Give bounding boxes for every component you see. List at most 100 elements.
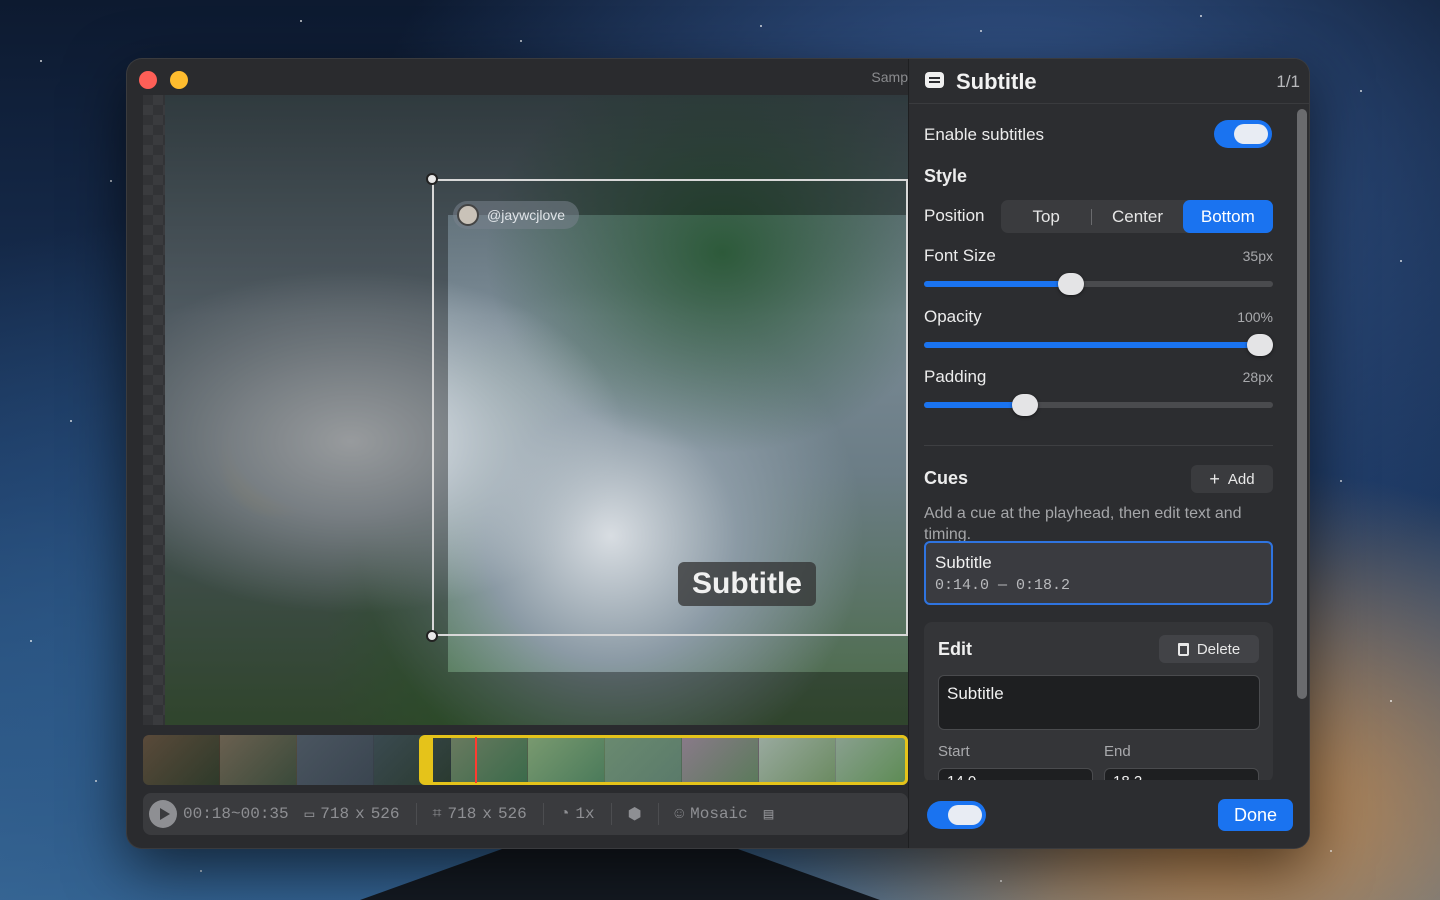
start-time-field[interactable]: 14.0 (938, 768, 1093, 780)
playhead[interactable] (475, 737, 477, 783)
mosaic-label: Mosaic (690, 805, 748, 823)
editor-toolbar: 00:18~00:35 ▭ 718 x 526 ⌗ 718 x 526 ◔ 1x… (143, 793, 908, 835)
slider-knob[interactable] (1057, 273, 1084, 295)
crop-size[interactable]: ⌗ 718 x 526 (433, 805, 527, 823)
play-control[interactable]: 00:18~00:35 (149, 800, 289, 828)
divider (542, 803, 544, 825)
cue-text: Subtitle (935, 553, 992, 572)
file-name: Samp (871, 69, 908, 85)
time-range: 00:18~00:35 (183, 805, 289, 823)
enable-subtitles-toggle[interactable] (1214, 120, 1272, 148)
speed-control[interactable]: ◔ 1x (560, 805, 595, 823)
crop-rectangle[interactable] (432, 179, 908, 636)
timeline-frame (220, 735, 297, 785)
add-cue-button[interactable]: + Add (1191, 465, 1273, 493)
panel-body[interactable]: Enable subtitles Style Position Top Cent… (909, 104, 1293, 780)
style-heading: Style (924, 166, 968, 186)
watermark-handle: @jaywcjlove (487, 207, 566, 223)
panel-title: Subtitle (956, 69, 1037, 94)
add-label: Add (1227, 470, 1255, 488)
subtitle-visibility-toggle[interactable] (927, 801, 986, 829)
trash-icon (1177, 642, 1189, 656)
divider (657, 803, 659, 825)
start-label: Start (938, 743, 970, 760)
position-label: Position (924, 206, 985, 225)
play-icon[interactable] (149, 800, 177, 828)
size-separator: x (355, 805, 365, 823)
end-time-field[interactable]: 18.2 (1104, 768, 1259, 780)
opacity-value: 100% (1237, 309, 1273, 325)
subtitle-icon: ▤ (763, 806, 774, 824)
editor-window: Samp @jaywcjlove Subtitle 00:18~00:35 ▭ (126, 58, 1310, 849)
canvas-size-icon: ▭ (304, 806, 315, 824)
delete-label: Delete (1196, 640, 1241, 658)
minimize-window-button[interactable] (170, 71, 188, 89)
panel-page-count: 1/1 (1276, 72, 1300, 91)
subtitle-tool-button[interactable]: ▤ (764, 804, 774, 824)
timeline-frame (297, 735, 374, 785)
slider-fill (924, 402, 1026, 408)
divider (415, 803, 417, 825)
section-divider (924, 445, 1273, 446)
subtitle-preview[interactable]: Subtitle (678, 562, 816, 606)
crop-height: 526 (497, 805, 527, 823)
gear-icon: ⬢ (627, 806, 642, 824)
speed-value: 1x (575, 805, 595, 823)
padding-value: 28px (1242, 369, 1273, 385)
panel-header: Subtitle 1/1 (909, 59, 1309, 104)
position-option-bottom[interactable]: Bottom (1182, 200, 1273, 233)
position-segmented-control[interactable]: Top Center Bottom (1001, 200, 1273, 233)
crop-icon: ⌗ (432, 805, 442, 823)
cue-list-item[interactable]: Subtitle 0:14.0 — 0:18.2 (924, 541, 1273, 605)
canvas-height: 526 (370, 805, 400, 823)
trim-range-handle[interactable] (419, 735, 908, 785)
settings-button[interactable]: ⬢ (628, 804, 642, 824)
panel-scrollbar[interactable] (1295, 109, 1307, 773)
padding-slider[interactable] (924, 394, 1273, 416)
avatar (457, 204, 479, 226)
position-option-center[interactable]: Center (1092, 200, 1182, 233)
subtitle-panel: Subtitle 1/1 Enable subtitles Style Posi… (908, 59, 1309, 848)
speed-icon: ◔ (559, 805, 570, 823)
speech-bubble-icon (925, 72, 944, 88)
plus-icon: + (1209, 468, 1220, 489)
end-label: End (1104, 743, 1131, 760)
edit-card: Edit Delete Subtitle Start End 14.0 18.2 (924, 622, 1273, 780)
close-window-button[interactable] (139, 71, 157, 89)
crop-width: 718 (447, 805, 477, 823)
mosaic-button[interactable]: ☺ Mosaic (675, 805, 748, 823)
crop-handle-bottom-left[interactable] (426, 630, 438, 642)
font-size-slider[interactable] (924, 273, 1273, 295)
delete-cue-button[interactable]: Delete (1159, 635, 1259, 663)
canvas-size[interactable]: ▭ 718 x 526 (305, 804, 400, 824)
timeline-frame (143, 735, 220, 785)
cues-heading: Cues (924, 468, 969, 488)
watermark-badge[interactable]: @jaywcjlove (453, 201, 580, 229)
cue-text-field[interactable]: Subtitle (938, 675, 1260, 730)
size-separator: x (482, 805, 492, 823)
slider-knob[interactable] (1247, 334, 1273, 356)
enable-subtitles-label: Enable subtitles (924, 125, 1045, 144)
opacity-label: Opacity (924, 307, 982, 326)
panel-footer: Done (909, 782, 1309, 848)
opacity-slider[interactable] (924, 334, 1273, 356)
scrollbar-thumb[interactable] (1297, 109, 1307, 699)
divider (610, 803, 612, 825)
mosaic-icon: ☺ (674, 805, 685, 823)
slider-fill (924, 281, 1071, 287)
cue-time: 0:14.0 — 0:18.2 (935, 577, 1071, 594)
done-button[interactable]: Done (1218, 799, 1293, 831)
title-bar: Samp (127, 59, 908, 95)
cues-hint: Add a cue at the playhead, then edit tex… (924, 505, 1242, 543)
padding-label: Padding (924, 367, 987, 386)
position-option-top[interactable]: Top (1001, 200, 1091, 233)
crop-mask (448, 672, 908, 725)
font-size-value: 35px (1242, 248, 1273, 264)
edit-heading: Edit (938, 639, 972, 659)
slider-knob[interactable] (1012, 394, 1039, 416)
slider-fill (924, 342, 1260, 348)
crop-mask (165, 95, 448, 725)
font-size-label: Font Size (924, 246, 996, 265)
canvas-width: 718 (320, 805, 350, 823)
crop-handle-top-left[interactable] (426, 173, 438, 185)
